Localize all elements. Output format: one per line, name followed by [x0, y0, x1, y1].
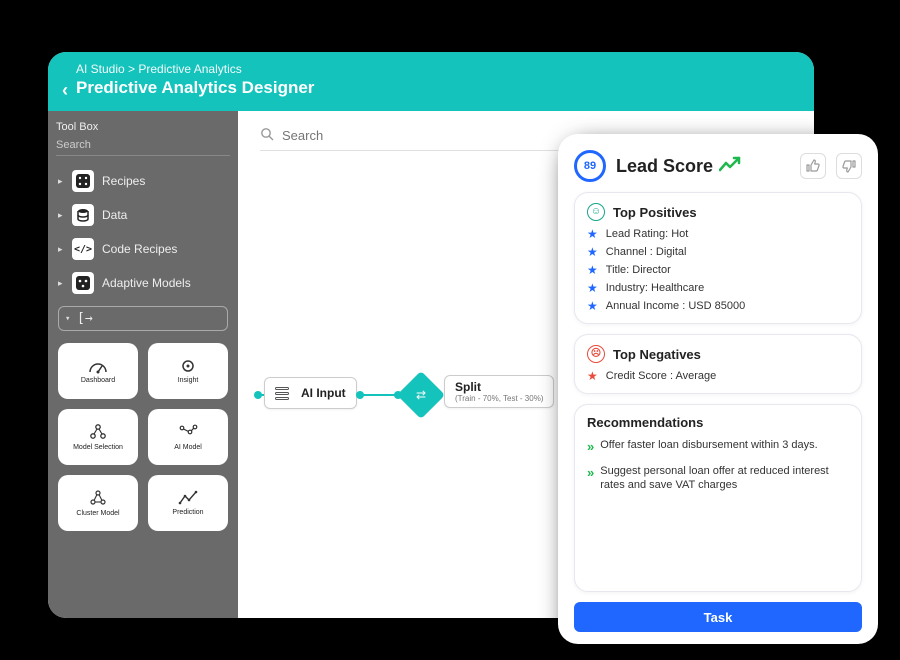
recommendation-item: »Suggest personal loan offer at reduced …: [587, 464, 849, 494]
panel-positives: ☺ Top Positives ★Lead Rating: Hot ★Chann…: [574, 192, 862, 324]
breadcrumb[interactable]: AI Studio > Predictive Analytics: [76, 62, 314, 76]
tile-dashboard[interactable]: Dashboard: [58, 343, 138, 399]
chevron-right-icon: ▸: [58, 278, 64, 289]
chevron-right-icon: ▸: [58, 244, 64, 255]
tile-label: Dashboard: [81, 377, 115, 385]
node-title: Split: [455, 380, 543, 394]
lead-score-card: 89 Lead Score ☺ Top Positives ★Lead Rati…: [558, 134, 878, 644]
tile-model-selection[interactable]: Model Selection: [58, 409, 138, 465]
prediction-icon: [178, 490, 198, 506]
node-ai-input[interactable]: AI Input: [264, 377, 357, 409]
ai-model-icon: [178, 423, 198, 441]
panel-title-text: Recommendations: [587, 415, 703, 430]
search-icon: [260, 127, 274, 144]
recipes-icon: [72, 170, 94, 192]
sidebar-item-label: Adaptive Models: [102, 276, 191, 290]
tile-label: AI Model: [174, 444, 202, 452]
thumbs-up-button[interactable]: [800, 153, 826, 179]
thumbs-down-button[interactable]: [836, 153, 862, 179]
adaptive-icon: [72, 272, 94, 294]
tile-ai-model[interactable]: AI Model: [148, 409, 228, 465]
expand-glyph: [→: [77, 311, 93, 326]
sidebar-item-label: Data: [102, 208, 127, 222]
model-selection-icon: [88, 423, 108, 441]
node-split-icon[interactable]: ⇄: [397, 371, 445, 419]
sidebar-item-label: Code Recipes: [102, 242, 177, 256]
node-title: AI Input: [301, 386, 346, 400]
sidebar: Tool Box ▸ Recipes ▸ Data: [48, 111, 238, 618]
panel-recommendations: Recommendations »Offer faster loan disbu…: [574, 404, 862, 592]
lead-title: Lead Score: [616, 156, 713, 177]
star-icon: ★: [587, 369, 598, 383]
positive-item: ★Lead Rating: Hot: [587, 227, 849, 241]
trend-up-icon: [719, 156, 741, 177]
tile-label: Cluster Model: [76, 510, 119, 518]
smile-icon: ☺: [587, 203, 605, 221]
chevron-down-icon: ▾: [65, 314, 71, 324]
tile-insight[interactable]: Insight: [148, 343, 228, 399]
node-split[interactable]: Split (Train - 70%, Test - 30%): [444, 375, 554, 408]
tile-label: Insight: [178, 377, 199, 385]
tile-label: Model Selection: [73, 444, 123, 452]
cluster-icon: [88, 489, 108, 507]
gauge-icon: [88, 358, 108, 374]
database-icon: [72, 204, 94, 226]
insight-icon: [180, 358, 196, 374]
star-icon: ★: [587, 227, 598, 241]
sidebar-item-recipes[interactable]: ▸ Recipes: [56, 164, 230, 198]
star-icon: ★: [587, 263, 598, 277]
star-icon: ★: [587, 299, 598, 313]
sidebar-item-adaptive-models[interactable]: ▸ Adaptive Models: [56, 266, 230, 300]
recommendation-item: »Offer faster loan disbursement within 3…: [587, 438, 849, 456]
app-header: ‹ AI Studio > Predictive Analytics Predi…: [48, 52, 814, 111]
frown-icon: ☹: [587, 345, 605, 363]
star-icon: ★: [587, 245, 598, 259]
node-subtitle: (Train - 70%, Test - 30%): [455, 394, 543, 403]
back-icon[interactable]: ‹: [62, 80, 68, 101]
flow-edge: [360, 394, 396, 396]
database-icon: [271, 382, 293, 404]
split-glyph: ⇄: [416, 388, 426, 402]
tile-prediction[interactable]: Prediction: [148, 475, 228, 531]
sidebar-tile-grid: Dashboard Insight Model Selection: [56, 339, 230, 535]
toolbox-title: Tool Box: [56, 119, 230, 137]
page-title: Predictive Analytics Designer: [76, 78, 314, 98]
positive-item: ★Title: Director: [587, 263, 849, 277]
code-icon: </>: [72, 238, 94, 260]
panel-title-text: Top Positives: [613, 205, 697, 220]
positive-item: ★Industry: Healthcare: [587, 281, 849, 295]
tile-label: Prediction: [172, 509, 203, 517]
chevrons-right-icon: »: [587, 464, 592, 482]
chevrons-right-icon: »: [587, 438, 592, 456]
sidebar-expand-toggle[interactable]: ▾ [→: [58, 306, 228, 331]
positive-item: ★Annual Income : USD 85000: [587, 299, 849, 313]
negative-item: ★Credit Score : Average: [587, 369, 849, 383]
tile-cluster-model[interactable]: Cluster Model: [58, 475, 138, 531]
toolbox-search-input[interactable]: [56, 137, 230, 156]
sidebar-item-label: Recipes: [102, 174, 145, 188]
positive-item: ★Channel : Digital: [587, 245, 849, 259]
score-ring: 89: [574, 150, 606, 182]
chevron-right-icon: ▸: [58, 210, 64, 221]
chevron-right-icon: ▸: [58, 176, 64, 187]
lead-card-header: 89 Lead Score: [574, 150, 862, 182]
sidebar-item-data[interactable]: ▸ Data: [56, 198, 230, 232]
sidebar-item-code-recipes[interactable]: ▸ </> Code Recipes: [56, 232, 230, 266]
panel-negatives: ☹ Top Negatives ★Credit Score : Average: [574, 334, 862, 394]
panel-title-text: Top Negatives: [613, 347, 701, 362]
star-icon: ★: [587, 281, 598, 295]
task-button[interactable]: Task: [574, 602, 862, 632]
